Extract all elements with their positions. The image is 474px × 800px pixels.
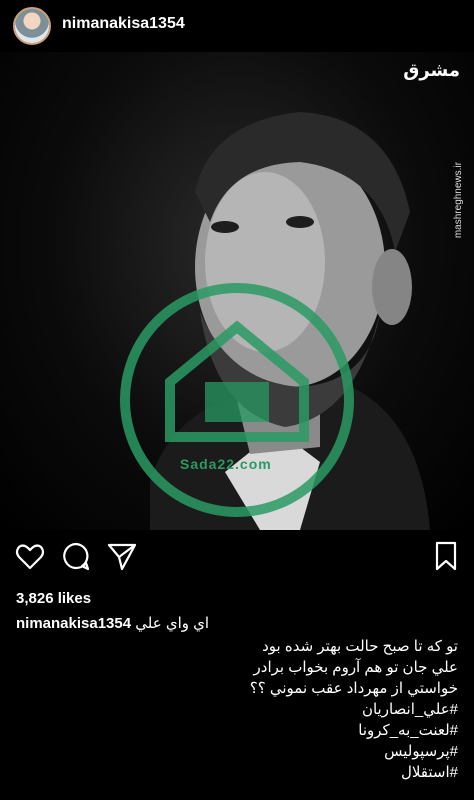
hashtag-link[interactable]: #پرسپوليس xyxy=(18,741,458,762)
caption-username[interactable]: nimanakisa1354 xyxy=(16,615,131,632)
avatar[interactable] xyxy=(13,7,51,45)
comment-icon[interactable] xyxy=(60,540,92,572)
hashtag-link[interactable]: #لعنت_به_کرونا xyxy=(18,720,458,741)
mashregh-logo: مشرق xyxy=(403,60,460,80)
post-header: nimanakisa1354 xyxy=(0,0,474,52)
likes-count[interactable]: 3,826 likes xyxy=(16,590,91,607)
post-username[interactable]: nimanakisa1354 xyxy=(62,15,185,33)
caption-first-line: nimanakisa1354 اي واي علي xyxy=(16,614,456,632)
watermark-text: Sada22.com xyxy=(180,456,272,472)
caption-line: خواستي از مهرداد عقب نموني ؟؟ xyxy=(249,680,458,697)
post-photo[interactable]: مشرق mashreghnews.ir Sada22.com xyxy=(0,52,474,530)
action-bar xyxy=(0,540,474,576)
hashtag-link[interactable]: #استقلال xyxy=(18,762,458,783)
mashregh-url-label: mashreghnews.ir xyxy=(453,162,464,239)
caption-line: تو که تا صبح حالت بهتر شده بود xyxy=(262,638,458,655)
hashtag-link[interactable]: #علي_انصاريان xyxy=(18,699,458,720)
caption-line: علي جان تو هم آروم بخواب برادر xyxy=(253,659,458,676)
caption-body: تو که تا صبح حالت بهتر شده بود علي جان ت… xyxy=(18,636,458,783)
bookmark-icon[interactable] xyxy=(430,540,462,572)
send-icon[interactable] xyxy=(106,540,138,572)
heart-icon[interactable] xyxy=(14,540,46,572)
caption-first-text: اي واي علي xyxy=(135,615,210,632)
